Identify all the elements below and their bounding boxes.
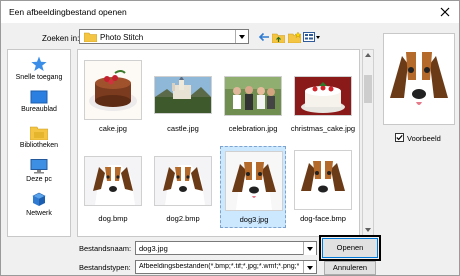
thumbnail-celebration	[224, 76, 282, 116]
chevron-down-icon	[239, 35, 245, 39]
network-icon	[32, 192, 46, 206]
thumbnail-christmas-cake	[294, 76, 352, 116]
file-item-dog3[interactable]: dog3.jpg	[220, 146, 286, 228]
file-item-castle[interactable]: castle.jpg	[150, 56, 216, 138]
file-list-scrollbar[interactable]	[362, 49, 374, 237]
preview-checkbox[interactable]	[395, 133, 404, 142]
lookin-dropdown[interactable]: Photo Stitch	[79, 29, 249, 44]
thumbnail-castle	[154, 76, 212, 114]
window-title: Een afbeeldingbestand openen	[9, 7, 127, 17]
desktop-icon	[30, 90, 48, 104]
scroll-up-icon[interactable]	[365, 53, 371, 57]
file-item-christmas-cake[interactable]: christmas_cake.jpg	[290, 56, 356, 138]
file-name: dog.bmp	[98, 214, 128, 223]
file-item-celebration[interactable]: celebration.jpg	[220, 56, 286, 138]
preview-pane	[383, 33, 455, 125]
filename-label: Bestandsnaam:	[79, 244, 132, 253]
file-name: dog-face.bmp	[300, 214, 346, 223]
filename-value: dog3.jpg	[139, 244, 168, 253]
preview-label: Voorbeeld	[407, 134, 441, 143]
file-name: dog3.jpg	[239, 215, 269, 224]
preview-image	[384, 34, 454, 124]
chevron-down-icon	[307, 247, 313, 251]
place-label: Snelle toegang	[15, 74, 63, 81]
thumbnail-dog2	[154, 156, 212, 206]
place-desktop[interactable]: Bureaublad	[8, 90, 70, 113]
filetype-dropdown-button[interactable]	[303, 261, 316, 273]
place-network[interactable]: Netwerk	[8, 192, 70, 217]
lookin-label: Zoeken in:	[42, 34, 80, 43]
view-menu-icon[interactable]	[303, 32, 320, 42]
thumbnail-dog3	[225, 151, 283, 211]
back-arrow-icon[interactable]	[258, 32, 270, 42]
place-label: Bibliotheken	[19, 142, 59, 149]
scrollbar-thumb[interactable]	[364, 75, 372, 103]
places-bar: Snelle toegang Bureaublad Bibliotheken D…	[7, 49, 71, 237]
file-name: celebration.jpg	[228, 124, 278, 133]
place-label: Netwerk	[26, 210, 52, 217]
thumbnail-dog	[84, 156, 142, 206]
cancel-button[interactable]: Annuleren	[324, 261, 376, 275]
file-name: christmas_cake.jpg	[290, 124, 356, 133]
file-item-cake[interactable]: cake.jpg	[80, 56, 146, 138]
up-folder-icon[interactable]	[272, 32, 285, 43]
file-item-dog2[interactable]: dog2.bmp	[150, 146, 216, 228]
filetype-value: Afbeeldingsbestanden(*.bmp;*.tif;*.jpg;*…	[139, 263, 299, 270]
file-name: dog2.bmp	[166, 214, 200, 223]
file-item-dog[interactable]: dog.bmp	[80, 146, 146, 228]
file-item-dog-face[interactable]: dog-face.bmp	[290, 146, 356, 228]
place-libraries[interactable]: Bibliotheken	[8, 124, 70, 149]
open-button[interactable]: Openen	[322, 238, 378, 258]
file-name: cake.jpg	[99, 124, 127, 133]
place-label: Deze pc	[26, 176, 52, 183]
lookin-dropdown-button[interactable]	[235, 30, 248, 43]
place-quick-access[interactable]: Snelle toegang	[8, 56, 70, 81]
thumbnail-cake	[84, 60, 142, 120]
place-this-pc[interactable]: Deze pc	[8, 159, 70, 183]
place-label: Bureaublad	[21, 106, 57, 113]
file-list: cake.jpg castle.jpg celebration.jpg chri…	[77, 49, 360, 237]
computer-icon	[30, 159, 48, 174]
folder-icon	[84, 32, 97, 42]
open-image-dialog: Een afbeeldingbestand openen Zoeken in: …	[0, 0, 460, 276]
filename-input[interactable]: dog3.jpg	[135, 241, 317, 255]
close-icon[interactable]	[437, 4, 453, 20]
thumbnail-dog-face	[294, 150, 352, 210]
filetype-select[interactable]: Afbeeldingsbestanden(*.bmp;*.tif;*.jpg;*…	[135, 260, 317, 274]
star-icon	[31, 56, 47, 71]
libraries-icon	[30, 126, 48, 140]
chevron-down-icon	[307, 266, 313, 270]
filetype-label: Bestandstypen:	[79, 263, 131, 272]
filename-dropdown-button[interactable]	[303, 242, 316, 255]
scroll-down-icon[interactable]	[365, 228, 371, 232]
lookin-value: Photo Stitch	[100, 33, 144, 42]
file-name: castle.jpg	[167, 124, 199, 133]
new-folder-icon[interactable]	[288, 32, 301, 43]
title-bar: Een afbeeldingbestand openen	[1, 1, 459, 23]
